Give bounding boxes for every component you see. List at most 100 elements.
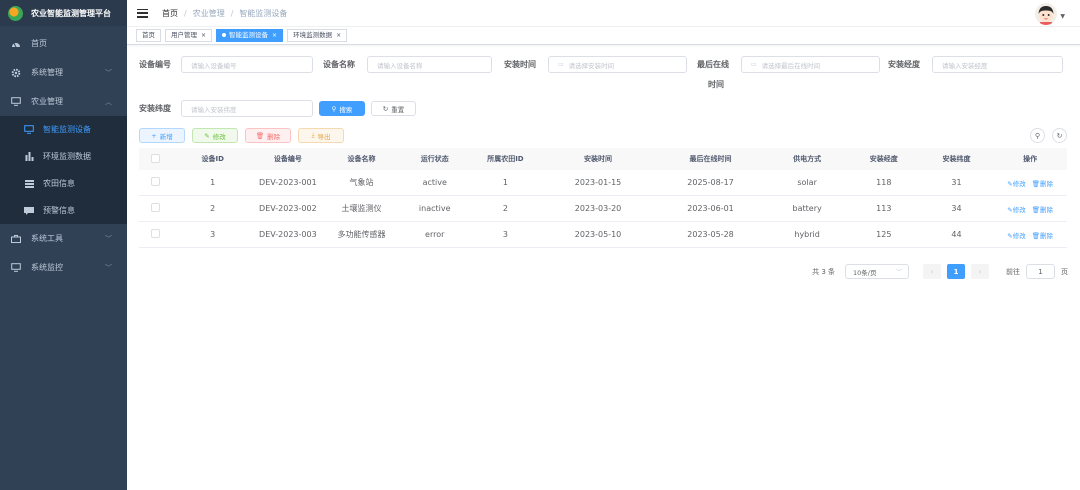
table-cell: 2023-06-01: [687, 204, 734, 213]
tag-user-management[interactable]: 用户管理 ×: [165, 29, 213, 42]
column-header[interactable]: 运行状态: [400, 154, 470, 164]
toolbar: + 新增 ✎ 修改 🗑 删除 ⤓ 导出: [139, 128, 344, 143]
sidebar-item-home[interactable]: 首页: [0, 29, 127, 58]
row-checkbox[interactable]: [151, 177, 161, 186]
table-row[interactable]: 2 DEV-2023-002 土壤监测仪 inactive 2 2023-03-…: [139, 196, 1067, 222]
latitude-input[interactable]: 请输入安装纬度: [181, 100, 313, 117]
chevron-up-icon: ︿: [105, 97, 112, 106]
sidebar-item-system-tools[interactable]: 系统工具 ﹀: [0, 224, 127, 253]
monitor-icon: [24, 125, 34, 135]
sidebar-item-system-monitor[interactable]: 系统监控 ﹀: [0, 253, 127, 282]
tags-view: 首页 用户管理 × 智能监测设备 × 环境监测数据 ×: [127, 27, 1080, 45]
table-cell: hybrid: [794, 230, 820, 239]
table-cell: 34: [951, 204, 962, 213]
table-cell: DEV-2023-001: [259, 178, 317, 187]
sidebar-item-warning-info[interactable]: 预警信息: [0, 197, 127, 224]
table-cell: DEV-2023-002: [259, 204, 317, 213]
table-cell: 3: [210, 230, 216, 239]
select-all-checkbox[interactable]: [151, 153, 161, 163]
avatar[interactable]: [1035, 3, 1057, 25]
install-time-picker[interactable]: ▭ 请选择安装时间: [548, 56, 687, 73]
table-cell: 气象站: [349, 178, 374, 187]
column-header[interactable]: 供电方式: [766, 154, 848, 164]
column-header[interactable]: 所属农田ID: [470, 154, 542, 164]
column-header[interactable]: 设备名称: [323, 154, 400, 164]
prev-page-button[interactable]: ‹: [923, 264, 941, 279]
table-cell: battery: [792, 204, 822, 213]
page-size-select[interactable]: 10条/页 ﹀: [845, 264, 909, 279]
logo-area[interactable]: 农业智能监测管理平台: [0, 0, 127, 26]
device-code-input[interactable]: 请输入设备编号: [181, 56, 313, 73]
breadcrumb-home[interactable]: 首页: [162, 8, 178, 19]
row-checkbox[interactable]: [151, 229, 161, 238]
row-checkbox[interactable]: [151, 203, 161, 212]
column-header[interactable]: 安装经度: [848, 154, 920, 164]
column-header: 操作: [1023, 155, 1038, 163]
bar-chart-icon: [24, 152, 34, 162]
goto-label: 前往: [1006, 267, 1020, 276]
page-number-button[interactable]: 1: [947, 264, 965, 279]
sidebar-item-farmland-info[interactable]: 农田信息: [0, 170, 127, 197]
table-cell: 2023-03-20: [574, 204, 622, 213]
longitude-input[interactable]: 请输入安装经度: [932, 56, 1063, 73]
device-code-label: 设备编号: [139, 60, 171, 69]
close-icon[interactable]: ×: [272, 32, 277, 39]
row-edit-link[interactable]: ✎修改: [1007, 180, 1025, 188]
search-form-row-1: 设备编号 请输入设备编号 设备名称 请输入设备名称 安装时间 ▭ 请选择安装时间 …: [139, 56, 1063, 73]
sidebar-item-label: 系统管理: [31, 68, 63, 77]
add-button[interactable]: + 新增: [139, 128, 185, 143]
column-header[interactable]: 最后在线时间: [655, 154, 767, 164]
search-icon: ⚲: [1034, 131, 1041, 140]
latitude-label: 安装纬度: [139, 104, 171, 113]
row-edit-link[interactable]: ✎修改: [1007, 232, 1025, 240]
tag-home[interactable]: 首页: [136, 29, 161, 42]
close-icon[interactable]: ×: [201, 32, 206, 39]
sidebar-item-label: 农业管理: [31, 97, 63, 106]
select-all-cell: [139, 153, 173, 165]
edit-button[interactable]: ✎ 修改: [192, 128, 238, 143]
reset-button[interactable]: ↻ 重置: [371, 101, 416, 116]
next-page-button[interactable]: ›: [971, 264, 989, 279]
breadcrumb-separator: /: [184, 8, 187, 18]
table-cell: 125: [876, 230, 892, 239]
sidebar-item-label: 预警信息: [43, 206, 75, 215]
column-header[interactable]: 安装纬度: [920, 154, 994, 164]
edit-icon: ✎: [204, 131, 210, 140]
row-delete-link[interactable]: 🗑删除: [1032, 232, 1053, 240]
table-header: 设备ID 设备编号 设备名称 运行状态 所属农田ID 安装时间 最后在线时间 供…: [139, 148, 1067, 170]
tag-smart-devices[interactable]: 智能监测设备 ×: [216, 29, 284, 42]
table-cell: 3: [502, 230, 508, 239]
tag-label: 用户管理: [171, 31, 197, 39]
export-button[interactable]: ⤓ 导出: [298, 128, 344, 143]
column-header[interactable]: 设备ID: [173, 154, 253, 164]
row-edit-link[interactable]: ✎修改: [1007, 206, 1025, 214]
delete-button[interactable]: 🗑 删除: [245, 128, 291, 143]
toggle-search-button[interactable]: ⚲: [1030, 128, 1045, 143]
sidebar-item-environment-data[interactable]: 环境监测数据: [0, 143, 127, 170]
last-online-picker[interactable]: ▭ 请选择最后在线时间: [741, 56, 880, 73]
monitor-icon: [11, 263, 21, 273]
close-icon[interactable]: ×: [336, 32, 341, 39]
table-cell: 1: [502, 178, 508, 187]
search-button[interactable]: ⚲ 搜索: [319, 101, 365, 116]
tag-environment-data[interactable]: 环境监测数据 ×: [287, 29, 348, 42]
row-delete-link[interactable]: 🗑删除: [1032, 206, 1053, 214]
table-cell: active: [422, 178, 447, 187]
device-name-input[interactable]: 请输入设备名称: [367, 56, 492, 73]
goto-page-input[interactable]: 1: [1026, 264, 1055, 279]
sidebar-item-smart-devices[interactable]: 智能监测设备: [0, 116, 127, 143]
operations-cell: ✎修改 🗑删除: [993, 178, 1067, 188]
hamburger-icon[interactable]: [137, 8, 148, 18]
sidebar-item-system-management[interactable]: 系统管理 ﹀: [0, 58, 127, 87]
refresh-icon: ↻: [1056, 131, 1063, 140]
table-row[interactable]: 1 DEV-2023-001 气象站 active 1 2023-01-15 2…: [139, 170, 1067, 196]
refresh-button[interactable]: ↻: [1052, 128, 1067, 143]
table-cell: 118: [876, 178, 892, 187]
table-row[interactable]: 3 DEV-2023-003 多功能传感器 error 3 2023-05-10…: [139, 222, 1067, 248]
caret-down-icon[interactable]: ▼: [1060, 13, 1065, 20]
row-delete-link[interactable]: 🗑删除: [1032, 180, 1053, 188]
sidebar-item-agriculture-management[interactable]: 农业管理 ︿: [0, 87, 127, 116]
column-header[interactable]: 设备编号: [253, 154, 324, 164]
column-header[interactable]: 安装时间: [541, 154, 655, 164]
agriculture-submenu: 智能监测设备 环境监测数据 农田信息 预警信息: [0, 116, 127, 224]
